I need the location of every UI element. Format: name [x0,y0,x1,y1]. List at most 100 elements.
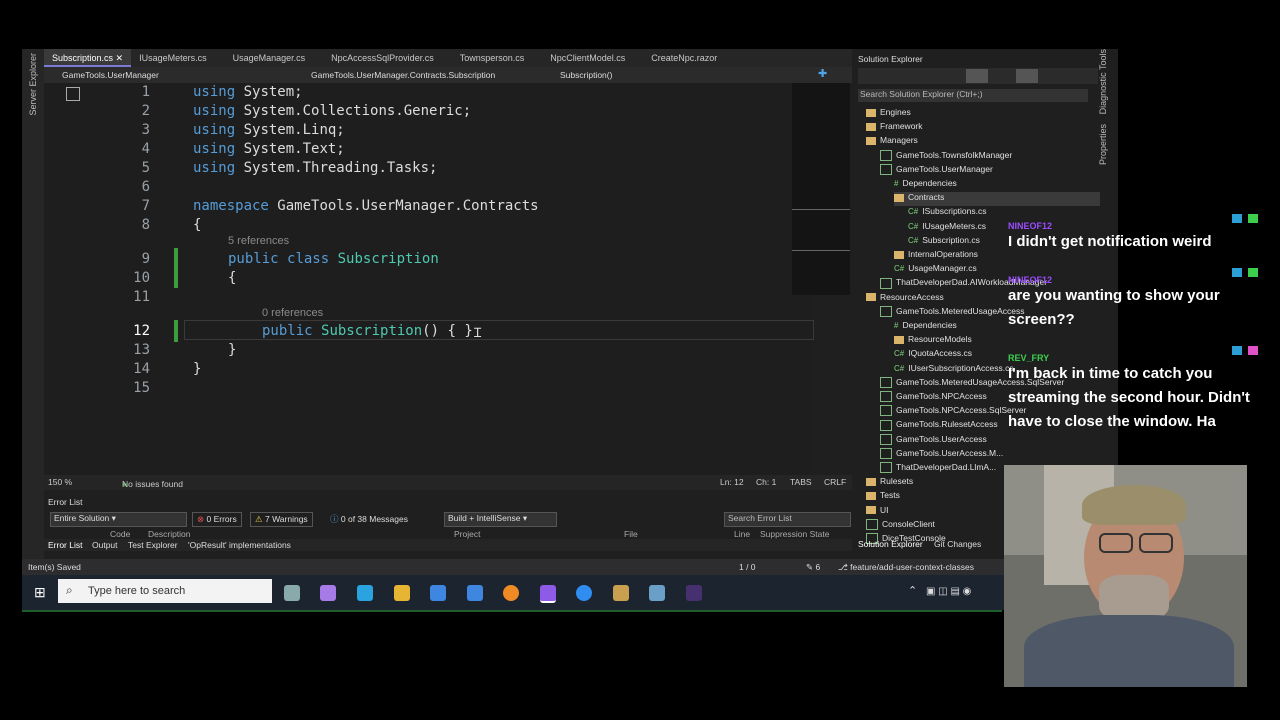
tree-item[interactable]: GameTools.RulesetAccess [880,419,998,433]
tab-test-explorer[interactable]: Test Explorer [128,540,178,550]
issues-status[interactable]: No issues found [122,479,183,489]
tab-usagemanager[interactable]: UsageManager.cs [225,49,314,67]
tree-item[interactable]: UI [866,505,889,519]
sync-icon[interactable] [966,69,988,83]
filter-icon[interactable] [1016,69,1038,83]
tree-item[interactable]: Managers [866,135,918,149]
tree-item[interactable]: # Dependencies [894,320,957,334]
tree-item[interactable]: GameTools.NPCAccess.SqlServer [880,405,1026,419]
tree-item[interactable]: InternalOperations [894,249,978,263]
tree-item-label: Dependencies [902,178,957,188]
tree-item-label: Dependencies [902,320,957,330]
editor-status-bar: 150 % ● No issues found Ln: 12 Ch: 1 TAB… [44,475,852,490]
tree-item[interactable]: Contracts [894,192,1100,207]
tab-iusagemeters[interactable]: IUsageMeters.cs [131,49,215,67]
tree-item[interactable]: C# UsageManager.cs [894,263,977,277]
tree-item[interactable]: GameTools.MeteredUsageAccess [880,306,1025,320]
tab-createnpc[interactable]: CreateNpc.razor [643,49,725,67]
indent-mode[interactable]: TABS [790,477,812,487]
minimap[interactable] [792,83,850,295]
taskbar-search-box[interactable]: ⌕ Type here to search [58,579,272,603]
properties-tab[interactable]: Properties [1098,124,1108,165]
app-icon[interactable] [686,585,702,601]
tab-error-list[interactable]: Error List [48,540,82,550]
scope-dropdown[interactable]: Entire Solution ▾ [50,512,187,527]
badge-icon [1232,214,1242,223]
app-icon[interactable] [613,585,629,601]
tree-item-label: IUserSubscriptionAccess.cs [908,362,1014,373]
tab-townsperson[interactable]: Townsperson.cs [452,49,533,67]
build-filter-dropdown[interactable]: Build + IntelliSense ▾ [444,512,557,527]
file-explorer-icon[interactable] [394,585,410,601]
tree-item[interactable]: C# IUsageMeters.cs [908,221,986,235]
zoom-level[interactable]: 150 % [48,477,72,487]
codelens-references[interactable]: 0 references [262,307,323,319]
csharp-file-icon: C# [894,349,905,359]
tree-item[interactable]: GameTools.UserManager [880,164,993,178]
project-icon [880,377,892,389]
git-nav[interactable]: 1 / 0 [739,562,756,572]
tree-item[interactable]: ResourceModels [894,334,972,348]
git-branch[interactable]: feature/add-user-context-classes [850,562,974,572]
errors-filter[interactable]: ⊗ 0 Errors [192,512,242,527]
tree-item[interactable]: Framework [866,121,923,135]
badge-icon [1248,346,1258,355]
project-dropdown[interactable]: GameTools.UserManager [62,70,159,80]
edge-icon[interactable] [357,585,373,601]
mail-icon[interactable] [467,585,483,601]
member-dropdown[interactable]: Subscription() [560,70,612,80]
tree-item[interactable]: C# Subscription.cs [908,235,980,249]
app-icon[interactable] [503,585,519,601]
tab-implementations[interactable]: 'OpResult' implementations [188,540,291,550]
tree-item[interactable]: ConsoleClient [866,519,935,533]
tree-item-label: GameTools.UserManager [896,163,993,174]
tree-item[interactable]: C# ISubscriptions.cs [908,206,986,220]
solution-search-input[interactable]: Search Solution Explorer (Ctrl+;) [858,89,1088,102]
task-view-icon[interactable] [284,585,300,601]
tree-item[interactable]: ResourceAccess [866,292,944,306]
tree-item[interactable]: GameTools.NPCAccess [880,391,987,405]
warnings-filter[interactable]: ⚠ 7 Warnings [250,512,313,527]
tree-item[interactable]: GameTools.TownsfolkManager [880,150,1012,164]
tree-item[interactable]: GameTools.UserAccess.M... [880,448,1003,462]
minimap-viewport[interactable] [792,209,850,251]
app-icon[interactable] [649,585,665,601]
tab-npcclientmodel[interactable]: NpcClientModel.cs [542,49,633,67]
tree-item[interactable]: Tests [866,490,900,504]
store-icon[interactable] [430,585,446,601]
solution-explorer-title: Solution Explorer [858,54,923,64]
tree-item[interactable]: C# IQuotaAccess.cs [894,348,972,362]
code-editor[interactable]: 1 2 3 4 5 6 7 8 9 10 11 12 13 14 15 usin… [44,83,814,475]
tree-item[interactable]: # Dependencies [894,178,957,192]
tab-npcaccesssqlprovider[interactable]: NpcAccessSqlProvider.cs [323,49,442,67]
diagnostic-tools-tab[interactable]: Diagnostic Tools [1098,49,1108,114]
copilot-icon[interactable] [320,585,336,601]
tab-output[interactable]: Output [92,540,118,550]
tab-subscription[interactable]: Subscription.cs ✕ [44,49,132,67]
tree-item[interactable]: Engines [866,107,911,121]
tree-item[interactable]: C# IUserSubscriptionAccess.cs [894,363,1014,377]
codelens-references[interactable]: 5 references [228,235,289,247]
tree-item[interactable]: ThatDeveloperDad.LlmA... [880,462,996,476]
tray-chevron-icon[interactable]: ⌃ [908,584,917,597]
csharp-file-icon: C# [894,363,905,373]
tree-item[interactable]: Rulesets [866,476,913,490]
namespace-dropdown[interactable]: GameTools.UserManager.Contracts.Subscrip… [311,70,495,80]
windows-start-icon[interactable]: ⊞ [34,585,48,599]
tree-item[interactable]: GameTools.UserAccess [880,434,987,448]
server-explorer-tab[interactable]: Server Explorer [28,53,38,116]
change-marker [174,248,178,288]
tree-item-label: Rulesets [880,476,914,487]
messages-filter[interactable]: ⓘ 0 of 38 Messages [326,512,412,526]
app-icon[interactable] [576,585,592,601]
add-icon[interactable]: ✚ [818,67,827,80]
search-error-list[interactable]: Search Error List [724,512,851,527]
tab-git-changes[interactable]: Git Changes [934,539,981,549]
tree-item-label: ConsoleClient [882,518,935,529]
line-endings[interactable]: CRLF [824,477,846,487]
visual-studio-icon[interactable] [540,585,556,603]
tab-solution-explorer[interactable]: Solution Explorer [858,539,923,549]
system-tray-icons[interactable]: ▣ ◫ ▤ ◉ [926,586,996,598]
folder-icon [866,477,876,486]
pending-edits[interactable]: 6 [815,562,820,572]
